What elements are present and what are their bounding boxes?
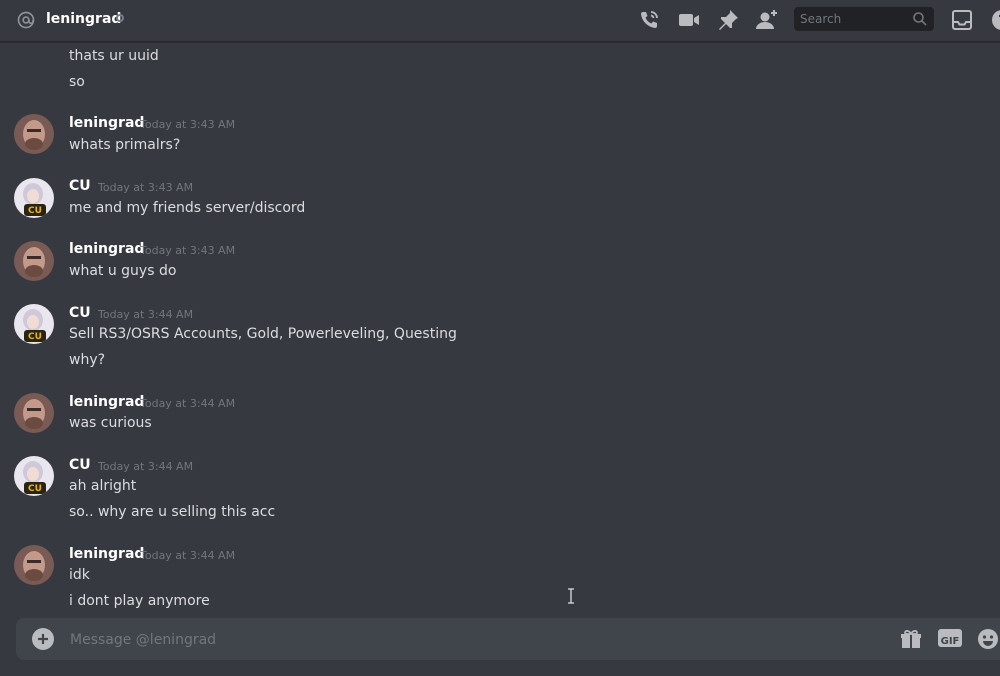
avatar-photo	[14, 241, 54, 281]
message-timestamp: Today at 3:43 AM	[140, 244, 236, 257]
message-text: whats primalrs?	[69, 137, 181, 153]
inbox-icon[interactable]	[950, 8, 974, 32]
message-text: Sell RS3/OSRS Accounts, Gold, Powerlevel…	[69, 326, 457, 342]
message-timestamp: Today at 3:44 AM	[140, 397, 236, 410]
avatar-photo	[14, 545, 54, 585]
search-input[interactable]	[794, 7, 910, 31]
message-text: i dont play anymore	[69, 593, 210, 609]
message-text: was curious	[69, 415, 152, 431]
message-timestamp: Today at 3:44 AM	[140, 549, 236, 562]
svg-text:CU: CU	[28, 206, 42, 216]
avatar-anime: CU	[14, 304, 54, 344]
call-icon[interactable]	[637, 8, 661, 32]
message-text: ah alright	[69, 478, 137, 494]
message-timestamp: Today at 3:43 AM	[140, 118, 236, 131]
gift-icon[interactable]	[899, 627, 923, 651]
at-icon	[17, 11, 35, 29]
message-composer: GIF	[16, 618, 1000, 662]
message-text: why?	[69, 352, 106, 368]
message-author[interactable]: leningrad	[69, 546, 144, 562]
message-author[interactable]: leningrad	[69, 241, 144, 257]
text-cursor-icon	[568, 588, 574, 604]
message-text: thats ur uuid	[69, 48, 159, 64]
avatar-anime: CU	[14, 178, 54, 218]
message-timestamp: Today at 3:43 AM	[98, 181, 194, 194]
channel-title: leningrad	[46, 11, 122, 27]
avatar-leningrad[interactable]	[14, 241, 54, 281]
plus-icon	[38, 634, 48, 644]
svg-text:CU: CU	[28, 484, 42, 494]
message-author[interactable]: CU	[69, 178, 91, 194]
gif-button[interactable]: GIF	[938, 629, 962, 647]
add-friend-icon[interactable]	[755, 8, 779, 32]
pin-icon[interactable]	[716, 8, 740, 32]
message-text: me and my friends server/discord	[69, 200, 306, 216]
message-input[interactable]	[68, 618, 852, 662]
search-icon	[913, 12, 927, 26]
avatar-leningrad[interactable]	[14, 393, 54, 433]
avatar-cu[interactable]: CU	[14, 178, 54, 218]
message-author[interactable]: CU	[69, 305, 91, 321]
emoji-icon[interactable]	[976, 627, 1000, 651]
message-text: so.. why are u selling this acc	[69, 504, 276, 520]
channel-header: leningrad ?	[0, 0, 1000, 42]
avatar-cu[interactable]: CU	[14, 304, 54, 344]
message-timestamp: Today at 3:44 AM	[98, 460, 194, 473]
search-box[interactable]	[794, 7, 934, 31]
avatar-leningrad[interactable]	[14, 114, 54, 154]
message-text: so	[69, 74, 85, 90]
message-list: thats ur uuid so leningrad Today at 3:43…	[0, 42, 1000, 617]
avatar-photo	[14, 114, 54, 154]
gif-label: GIF	[940, 636, 960, 647]
message-author[interactable]: leningrad	[69, 394, 144, 410]
avatar-cu[interactable]: CU	[14, 456, 54, 496]
help-icon[interactable]: ?	[990, 8, 1000, 32]
avatar-leningrad[interactable]	[14, 545, 54, 585]
message-text: idk	[69, 567, 90, 583]
svg-text:CU: CU	[28, 332, 42, 342]
add-attachment-button[interactable]	[32, 628, 54, 650]
status-offline-icon	[116, 14, 124, 22]
avatar-anime: CU	[14, 456, 54, 496]
message-timestamp: Today at 3:44 AM	[98, 308, 194, 321]
avatar-photo	[14, 393, 54, 433]
message-author[interactable]: leningrad	[69, 115, 144, 131]
video-icon[interactable]	[677, 8, 701, 32]
message-author[interactable]: CU	[69, 457, 91, 473]
message-text: what u guys do	[69, 263, 177, 279]
